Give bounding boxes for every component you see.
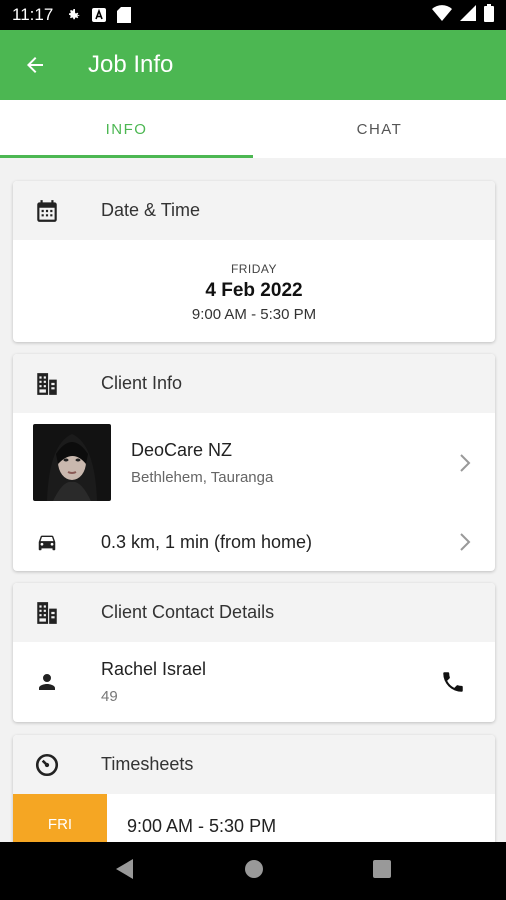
client-avatar <box>33 424 111 501</box>
date-time-header: Date & Time <box>13 181 495 240</box>
date-time-card: Date & Time FRIDAY 4 Feb 2022 9:00 AM - … <box>13 181 495 342</box>
call-button[interactable] <box>411 669 495 695</box>
sd-card-icon <box>117 7 132 23</box>
page-title: Job Info <box>88 51 174 78</box>
time-range-label: 9:00 AM - 5:30 PM <box>191 306 317 323</box>
settings-icon <box>65 7 81 23</box>
client-contact-card: Client Contact Details Rachel Israel 49 <box>13 583 495 722</box>
timer-icon <box>13 752 81 778</box>
day-label: FRIDAY <box>230 262 278 276</box>
arrow-back-icon <box>27 57 43 73</box>
client-location: Bethlehem, Tauranga <box>131 468 274 486</box>
timesheets-heading: Timesheets <box>101 754 194 774</box>
date-label: 4 Feb 2022 <box>205 280 303 301</box>
calendar-icon <box>13 198 81 224</box>
client-name: DeoCare NZ <box>131 439 233 460</box>
client-info-heading: Client Info <box>101 373 183 393</box>
contact-number: 49 <box>101 688 118 705</box>
client-info-card: Client Info DeoCare NZ Bethlehem, Tauran… <box>13 354 495 571</box>
status-time: 11:17 <box>12 5 54 24</box>
client-contact-header: Client Contact Details <box>13 583 495 642</box>
app-a-icon <box>91 7 107 23</box>
tab-bar: INFO CHAT <box>0 100 506 158</box>
nav-home-icon[interactable] <box>244 859 264 884</box>
building-icon <box>13 371 81 397</box>
status-bar: 11:17 <box>0 0 506 30</box>
app-bar: Job Info <box>0 30 506 100</box>
date-time-body: FRIDAY 4 Feb 2022 9:00 AM - 5:30 PM <box>13 240 495 323</box>
contact-name: Rachel Israel <box>101 659 207 679</box>
nav-back-icon[interactable] <box>115 858 135 885</box>
tab-info[interactable]: INFO <box>0 100 253 158</box>
tab-chat[interactable]: CHAT <box>253 100 506 158</box>
back-button[interactable] <box>0 30 70 100</box>
client-details: DeoCare NZ Bethlehem, Tauranga <box>131 440 435 486</box>
phone-icon <box>443 672 463 692</box>
date-time-heading: Date & Time <box>101 200 201 220</box>
nav-recents-icon[interactable] <box>373 859 392 883</box>
client-contact-heading: Client Contact Details <box>101 602 275 622</box>
contact-details: Rachel Israel 49 <box>101 659 411 705</box>
person-icon <box>13 670 81 694</box>
client-row[interactable]: DeoCare NZ Bethlehem, Tauranga <box>13 413 495 512</box>
battery-icon <box>484 3 494 27</box>
car-icon <box>13 531 81 553</box>
system-nav-bar <box>0 842 506 900</box>
contact-row: Rachel Israel 49 <box>13 642 495 722</box>
wifi-icon <box>432 4 452 26</box>
signal-icon <box>460 4 476 26</box>
distance-row[interactable]: 0.3 km, 1 min (from home) <box>13 512 495 571</box>
chevron-right-icon[interactable] <box>435 453 495 473</box>
chevron-right-icon[interactable] <box>435 532 495 552</box>
client-info-header: Client Info <box>13 354 495 413</box>
building-icon <box>13 600 81 626</box>
timesheets-header: Timesheets <box>13 735 495 794</box>
distance-text: 0.3 km, 1 min (from home) <box>101 531 313 552</box>
